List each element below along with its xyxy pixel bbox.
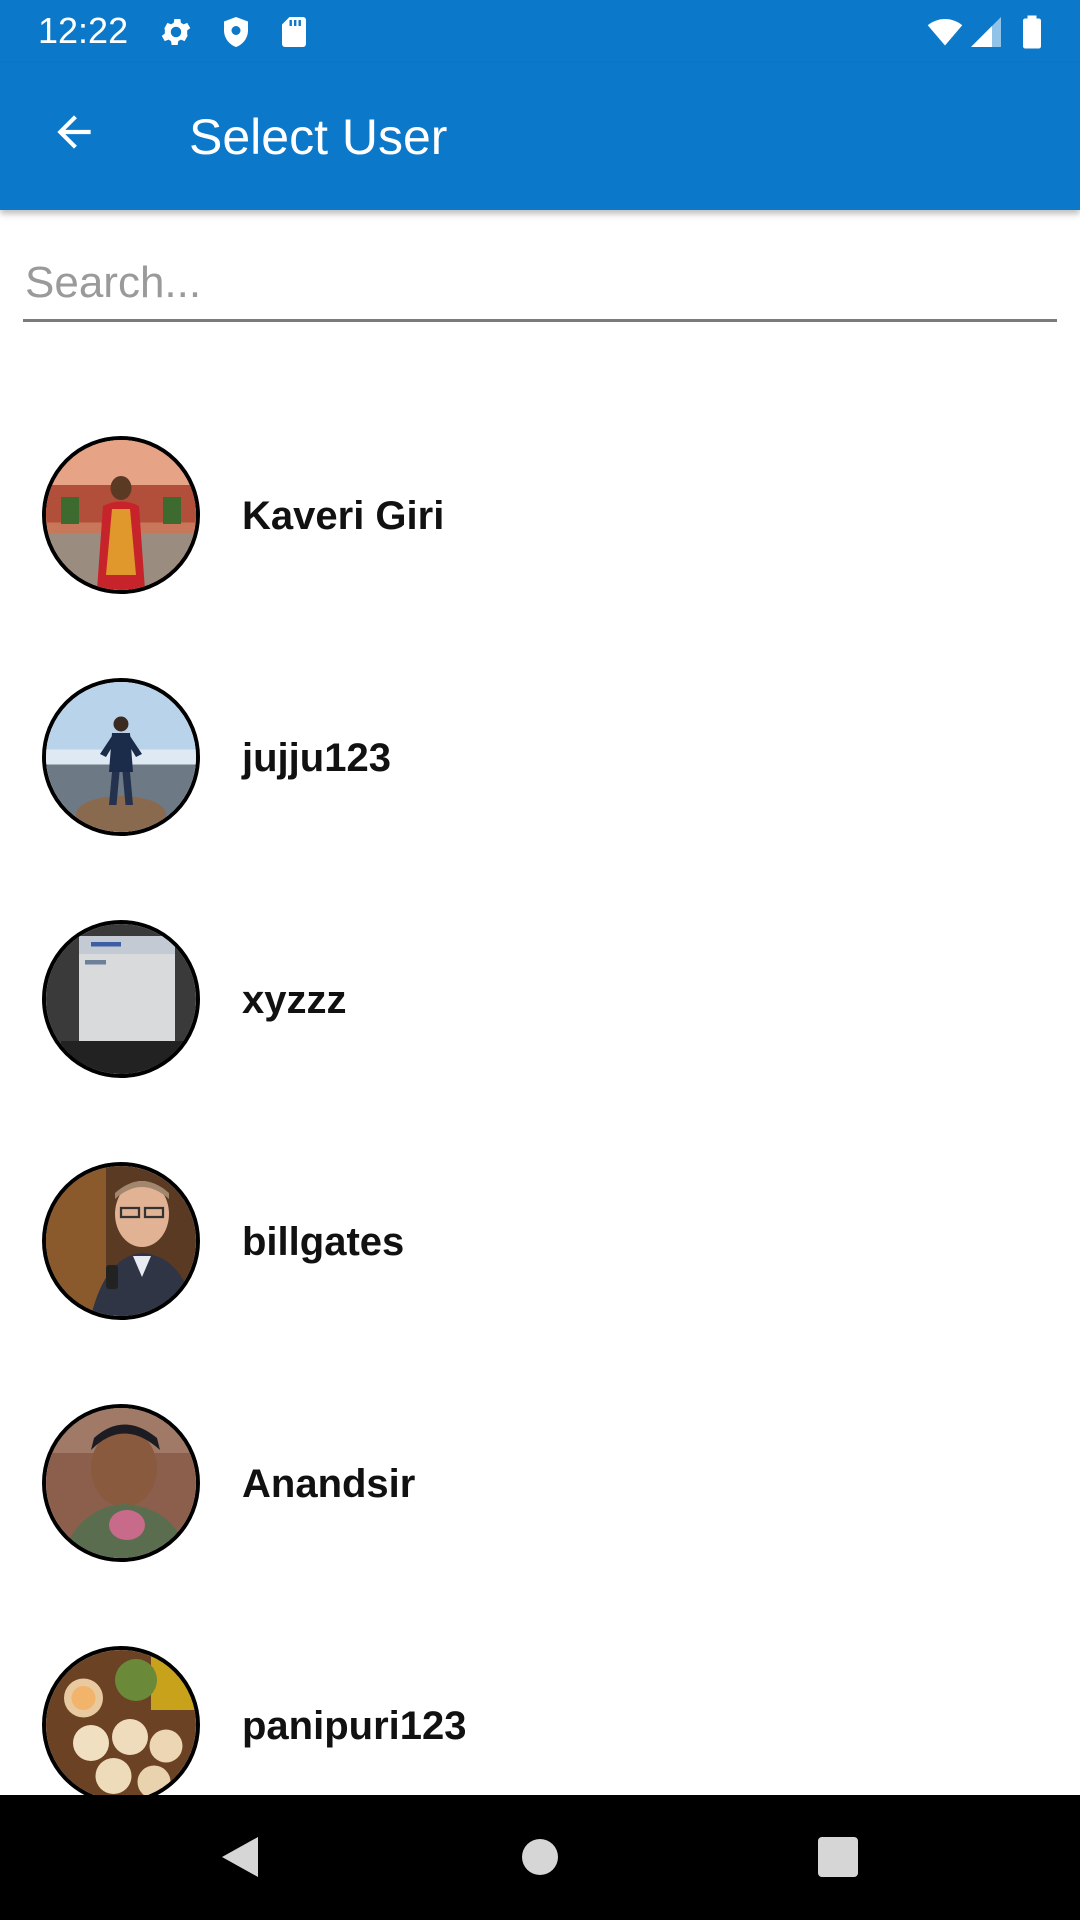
- nav-recents-button[interactable]: [806, 1825, 870, 1889]
- avatar: [42, 436, 200, 594]
- avatar: [42, 1162, 200, 1320]
- list-item[interactable]: Kaveri Giri: [0, 420, 1080, 662]
- shield-icon: [218, 14, 254, 50]
- avatar: [42, 1646, 200, 1795]
- list-item[interactable]: Anandsir: [0, 1388, 1080, 1630]
- status-time: 12:22: [38, 10, 129, 51]
- user-name: xyzzz: [242, 978, 347, 1022]
- status-bar: 12:22: [0, 0, 1080, 63]
- nav-home-button[interactable]: [508, 1825, 572, 1889]
- list-item[interactable]: jujju123: [0, 662, 1080, 904]
- page-title: Select User: [189, 109, 448, 165]
- user-name: billgates: [242, 1220, 405, 1264]
- user-name: jujju123: [242, 736, 391, 780]
- home-circle-icon: [520, 1837, 560, 1877]
- search-input[interactable]: [23, 250, 1057, 316]
- gear-icon: [158, 14, 194, 50]
- avatar: [42, 678, 200, 836]
- user-name: Kaveri Giri: [242, 494, 445, 538]
- arrow-back-icon: [49, 107, 99, 162]
- avatar: [42, 920, 200, 1078]
- navigation-bar: [0, 1795, 1080, 1920]
- back-button[interactable]: [38, 98, 110, 170]
- wifi-icon: [924, 14, 966, 50]
- app-bar: Select User: [0, 63, 1080, 210]
- sd-card-icon: [276, 14, 312, 50]
- list-item[interactable]: billgates: [0, 1146, 1080, 1388]
- recents-square-icon: [818, 1837, 858, 1877]
- user-name: panipuri123: [242, 1704, 467, 1748]
- avatar: [42, 1404, 200, 1562]
- battery-icon: [1012, 14, 1052, 50]
- nav-back-button[interactable]: [208, 1825, 272, 1889]
- user-name: Anandsir: [242, 1462, 416, 1506]
- app-screen: 12:22 Select User Search... Kaveri Giri …: [0, 0, 1080, 1920]
- list-item[interactable]: xyzzz: [0, 904, 1080, 1146]
- back-triangle-icon: [218, 1833, 262, 1881]
- search-field: [23, 250, 1057, 322]
- list-item[interactable]: panipuri123: [0, 1630, 1080, 1795]
- user-list: Kaveri Giri jujju123 xyzzz billgates Ana…: [0, 420, 1080, 1795]
- signal-icon: [968, 14, 1004, 50]
